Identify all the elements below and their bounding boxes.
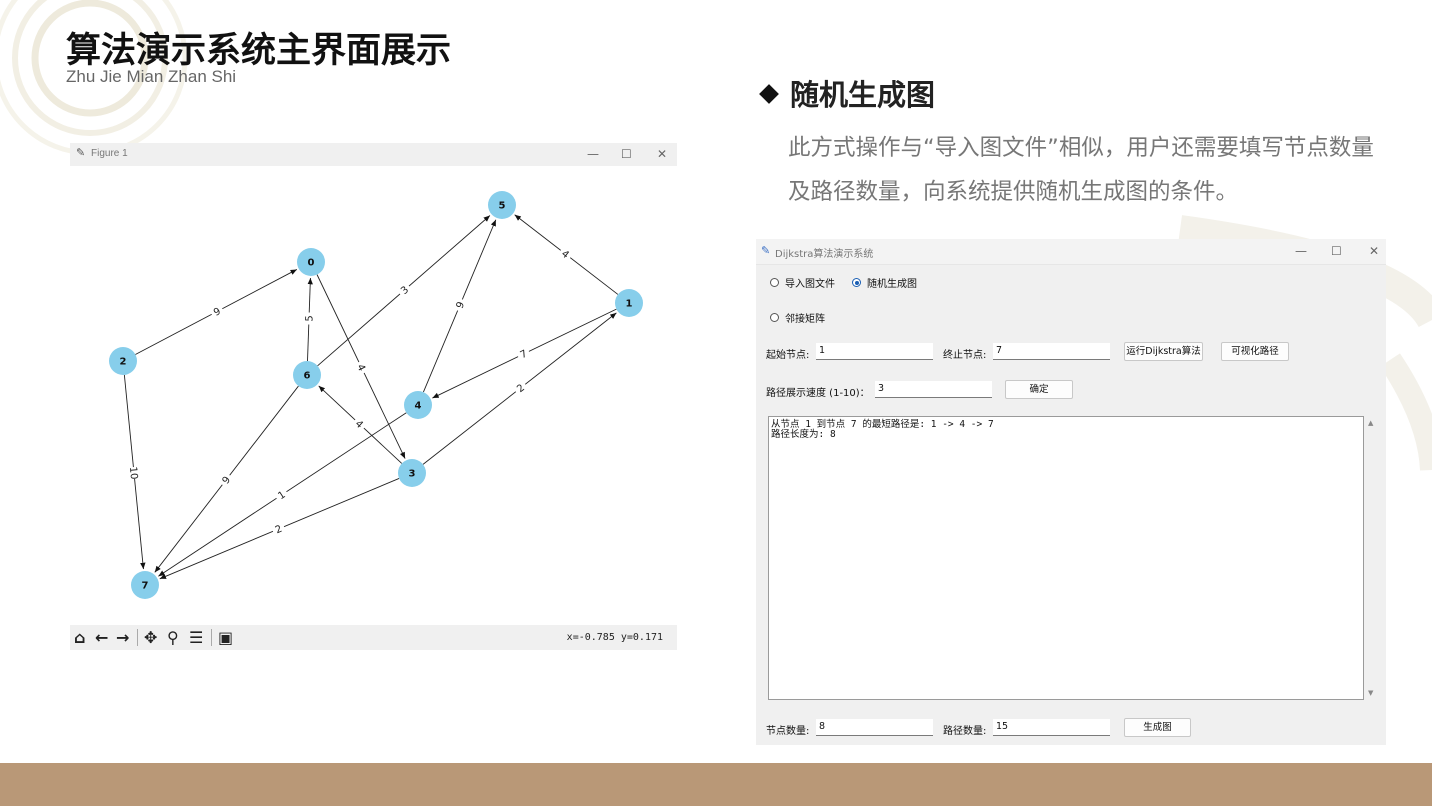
figure-window: ✎ Figure 1 — ☐ ✕ 9 10 5 4 3 9 4 7 2 4 9 1 2 0 1 2 3 4 5 6 7 … xyxy=(70,143,677,650)
output-line: 路径长度为: 8 xyxy=(771,429,836,440)
graph-node-label: 4 xyxy=(415,401,422,412)
forward-arrow-icon[interactable]: → xyxy=(116,629,129,646)
graph-node-label: 5 xyxy=(499,201,506,212)
speed-label: 路径展示速度 (1-10)： xyxy=(766,388,870,399)
minimize-icon[interactable]: — xyxy=(587,147,599,161)
confirm-button[interactable]: 确定 xyxy=(1005,380,1073,399)
edge-weight-label: 3 xyxy=(399,285,411,297)
section-heading-row: 随机生成图 xyxy=(757,72,935,114)
pan-icon[interactable]: ✥ xyxy=(144,629,157,646)
edge-count-label: 路径数量: xyxy=(943,726,987,737)
radio-circle[interactable] xyxy=(770,278,779,287)
slide-subtitle: Zhu Jie Mian Zhan Shi xyxy=(66,67,237,86)
node-count-input[interactable]: 8 xyxy=(816,719,933,736)
section-heading: 随机生成图 xyxy=(790,78,936,112)
app-title: Dijkstra算法演示系统 xyxy=(775,249,874,260)
bottom-band xyxy=(0,763,1432,806)
speed-input[interactable]: 3 xyxy=(875,381,992,398)
dijkstra-app-window: ✎ Dijkstra算法演示系统 — ☐ ✕ 导入图文件 随机生成图 邻接矩阵 … xyxy=(756,239,1386,745)
radio-adjacency-matrix[interactable]: 邻接矩阵 xyxy=(770,310,825,325)
radio-label: 随机生成图 xyxy=(867,279,917,290)
graph-canvas[interactable]: 9105439472491201234567 xyxy=(70,166,677,625)
edge-weight-label: 10 xyxy=(127,466,139,480)
graph-node-label: 0 xyxy=(308,258,315,269)
app-titlebar: ✎ Dijkstra算法演示系统 — ☐ ✕ xyxy=(756,239,1386,265)
edge-weight-label: 5 xyxy=(304,315,315,322)
graph-node-label: 6 xyxy=(304,371,311,382)
feather-icon: ✎ xyxy=(761,244,771,257)
scroll-down-icon[interactable]: ▼ xyxy=(1368,689,1373,697)
configure-subplots-icon[interactable]: ☰ xyxy=(189,629,203,646)
zoom-icon[interactable]: ⚲ xyxy=(167,629,179,646)
figure-title: Figure 1 xyxy=(91,148,128,159)
save-icon[interactable]: ▣ xyxy=(218,629,233,646)
coordinate-readout: x=-0.785 y=0.171 xyxy=(566,632,663,643)
radio-import-file[interactable]: 导入图文件 xyxy=(770,275,835,290)
figure-titlebar: ✎ Figure 1 — ☐ ✕ xyxy=(70,143,677,166)
run-dijkstra-button[interactable]: 运行Dijkstra算法 xyxy=(1124,342,1203,361)
toolbar-divider xyxy=(211,629,212,646)
radio-circle-selected[interactable] xyxy=(852,278,861,287)
figure-toolbar: ⌂ ← → ✥ ⚲ ☰ ▣ x=-0.785 y=0.171 xyxy=(70,625,677,650)
radio-label: 导入图文件 xyxy=(785,279,835,290)
graph-node-label: 3 xyxy=(409,469,416,480)
scroll-up-icon[interactable]: ▲ xyxy=(1368,419,1373,427)
end-node-input[interactable]: 7 xyxy=(993,343,1110,360)
minimize-icon[interactable]: — xyxy=(1295,244,1307,258)
figure-app-icon: ✎ xyxy=(76,146,86,159)
start-node-input[interactable]: 1 xyxy=(816,343,933,360)
slide-title: 算法演示系统主界面展示 xyxy=(66,31,452,71)
maximize-icon[interactable]: ☐ xyxy=(1331,244,1342,258)
end-node-label: 终止节点: xyxy=(943,350,987,361)
graph-node-label: 7 xyxy=(142,581,149,592)
home-icon[interactable]: ⌂ xyxy=(74,629,85,646)
radio-random-graph[interactable]: 随机生成图 xyxy=(852,275,917,290)
output-text-area[interactable]: 从节点 1 到节点 7 的最短路径是: 1 -> 4 -> 7 路径长度为: 8 xyxy=(768,416,1364,700)
radio-circle[interactable] xyxy=(770,313,779,322)
close-icon[interactable]: ✕ xyxy=(657,147,667,161)
edge-count-input[interactable]: 15 xyxy=(993,719,1110,736)
maximize-icon[interactable]: ☐ xyxy=(621,147,632,161)
start-node-label: 起始节点: xyxy=(766,350,810,361)
back-arrow-icon[interactable]: ← xyxy=(95,629,108,646)
node-count-label: 节点数量: xyxy=(766,726,810,737)
visualize-path-button[interactable]: 可视化路径 xyxy=(1221,342,1289,361)
radio-label: 邻接矩阵 xyxy=(785,314,825,325)
graph-node-label: 1 xyxy=(626,299,633,310)
close-icon[interactable]: ✕ xyxy=(1369,244,1379,258)
section-description: 此方式操作与“导入图文件”相似，用户还需要填写节点数量及路径数量，向系统提供随机… xyxy=(788,135,1374,205)
diamond-bullet-icon xyxy=(759,84,779,104)
generate-graph-button[interactable]: 生成图 xyxy=(1124,718,1191,737)
toolbar-divider xyxy=(137,629,138,646)
edge-weight-label: 4 xyxy=(353,419,365,431)
graph-node-label: 2 xyxy=(120,357,127,368)
